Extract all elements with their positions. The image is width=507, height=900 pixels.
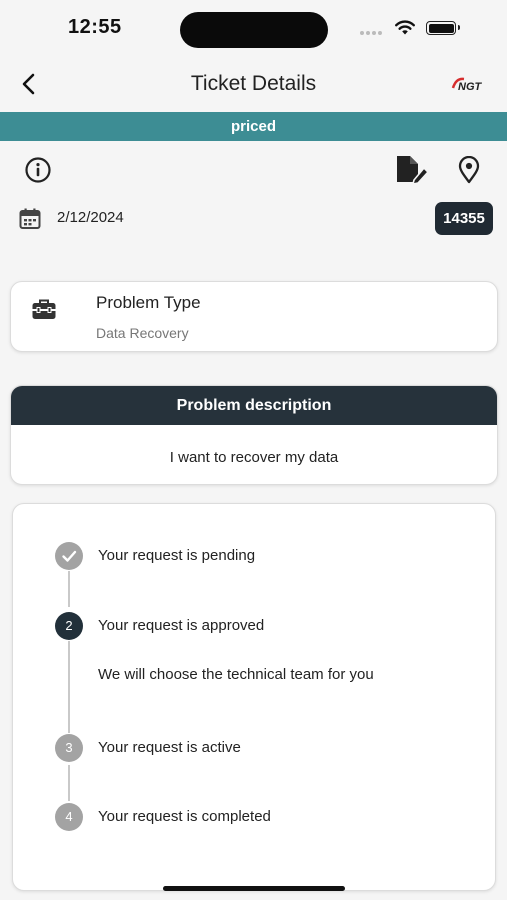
dynamic-island (180, 12, 328, 48)
problem-description-card: Problem description I want to recover my… (10, 385, 498, 485)
toolbox-icon (32, 299, 56, 319)
status-time: 12:55 (68, 16, 122, 38)
location-pin-icon[interactable] (458, 156, 480, 184)
problem-description-header: Problem description (11, 386, 497, 425)
checkmark-icon (62, 550, 77, 562)
timeline-connector (68, 571, 70, 607)
problem-type-card: Problem Type Data Recovery (10, 281, 498, 352)
step-1-label: Your request is pending (98, 547, 256, 564)
ticket-number-badge: 14355 (435, 202, 493, 235)
edit-document-icon[interactable] (396, 155, 430, 185)
signal-icon (360, 22, 384, 40)
step-2-marker: 2 (55, 612, 83, 640)
problem-type-label: Problem Type (96, 293, 201, 312)
problem-description-text: I want to recover my data (169, 449, 339, 466)
status-bar: 12:55 (0, 0, 507, 58)
timeline-connector (68, 765, 70, 801)
wifi-icon (395, 20, 415, 35)
step-2-note: We will choose the technical team for yo… (98, 666, 374, 683)
step-4-marker: 4 (55, 803, 83, 831)
step-4-label: Your request is completed (98, 808, 271, 825)
nav-bar: Ticket Details NGT (0, 58, 507, 112)
battery-icon (426, 21, 460, 35)
page-title: Ticket Details (190, 72, 317, 95)
svg-text:NGT: NGT (458, 81, 483, 93)
problem-type-value: Data Recovery (96, 325, 189, 341)
step-2-label: Your request is approved (98, 617, 265, 634)
calendar-icon (19, 208, 41, 229)
company-logo: NGT (451, 77, 483, 93)
ticket-date: 2/12/2024 (57, 209, 124, 226)
ticket-status-banner: priced (0, 112, 507, 141)
step-1-marker (55, 542, 83, 570)
home-indicator[interactable] (163, 886, 345, 891)
info-icon[interactable] (24, 156, 52, 184)
step-3-label: Your request is active (98, 739, 241, 756)
step-3-marker: 3 (55, 734, 83, 762)
request-timeline-card: Your request is pending 2 Your request i… (12, 503, 496, 891)
timeline-connector (68, 641, 70, 733)
